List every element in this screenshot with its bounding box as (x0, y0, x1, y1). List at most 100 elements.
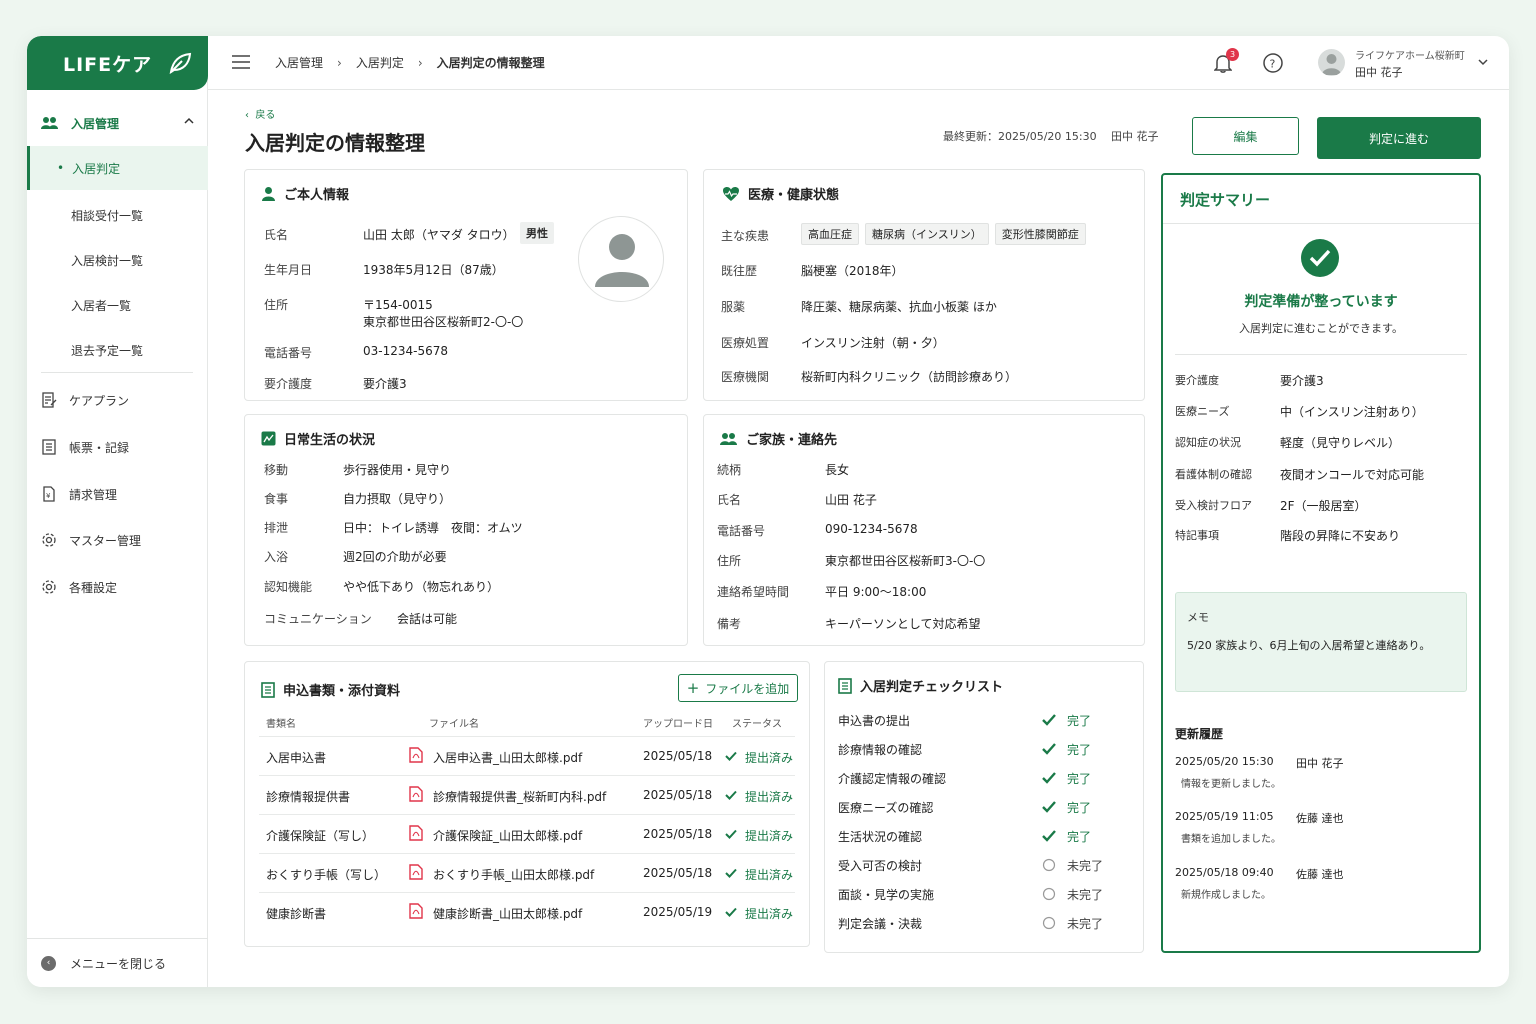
edit-button[interactable]: 編集 (1192, 117, 1299, 155)
field-label: 電話番号 (264, 346, 313, 360)
checklist-label: 面談・見学の実施 (838, 888, 935, 902)
disease-tags: 高血圧症 糖尿病（インスリン） 変形性膝関節症 (801, 223, 1092, 245)
summary-label: 受入検討フロア (1175, 499, 1252, 512)
doc-file-link[interactable]: 診療情報提供書_桜新町内科.pdf (433, 788, 606, 805)
divider (1175, 354, 1467, 355)
field-value: やや低下あり（物忘れあり） (343, 580, 500, 594)
sidebar-item-consult[interactable]: 相談受付一覧 (71, 207, 143, 224)
sidebar-item-careplan[interactable]: ケアプラン (41, 388, 129, 412)
disease-tag: 糖尿病（インスリン） (865, 223, 989, 245)
field-value: 山田 太郎（ヤマダ タロウ） (363, 228, 515, 242)
field-value: 長女 (825, 463, 850, 477)
daily-life-card: 日常生活の状況 移動 歩行器使用・見守り 食事 自力摂取（見守り） 排泄 日中：… (244, 414, 688, 646)
history-message: 情報を更新しました。 (1181, 779, 1281, 790)
sidebar-item-label: マスター管理 (69, 533, 142, 548)
sidebar-item-billing[interactable]: ¥ 請求管理 (41, 482, 117, 506)
checklist-label: 生活状況の確認 (838, 830, 923, 844)
row-divider (259, 736, 795, 737)
doc-name: 健康診断書 (266, 907, 327, 921)
sidebar-item-records[interactable]: 帳票・記録 (41, 435, 129, 459)
doc-file-link[interactable]: 入居申込書_山田太郎様.pdf (433, 749, 582, 766)
doc-name: おくすり手帳（写し） (266, 868, 387, 882)
doc-file-link[interactable]: おくすり手帳_山田太郎様.pdf (433, 866, 594, 883)
field-label: 氏名 (717, 493, 742, 507)
billing-icon: ¥ (43, 486, 55, 502)
field-value: 要介護3 (363, 377, 407, 391)
notification-badge: 3 (1226, 48, 1239, 61)
doc-file-link[interactable]: 健康診断書_山田太郎様.pdf (433, 905, 582, 922)
sidebar-item-judgement[interactable]: • 入居判定 (27, 146, 208, 190)
sidebar: LIFEケア 入居管理 • 入居判定 相談受付一覧 入居検討一覧 入居者一覧 退… (27, 36, 208, 987)
field-label: 住所 (264, 298, 289, 312)
chevron-down-icon[interactable] (1478, 58, 1488, 66)
field-value: 1938年5月12日（87歳） (363, 263, 504, 277)
sidebar-item-moveout[interactable]: 退去予定一覧 (71, 342, 143, 359)
field-value: 山田 花子 (825, 493, 877, 507)
check-icon (1042, 743, 1056, 755)
resident-photo (578, 216, 664, 302)
updated-by: 田中 花子 (1111, 130, 1159, 143)
sidebar-item-review[interactable]: 入居検討一覧 (71, 252, 143, 269)
checklist-label: 医療ニーズの確認 (838, 801, 934, 815)
checklist-label: 介護認定情報の確認 (838, 772, 947, 786)
card-title: 申込書類・添付資料 (261, 680, 400, 699)
close-menu-button[interactable]: ‹ メニューを閉じる (27, 938, 208, 987)
svg-text:?: ? (1270, 58, 1276, 71)
user-avatar[interactable] (1318, 49, 1345, 76)
sidebar-item-residents[interactable]: 入居者一覧 (71, 297, 131, 314)
check-icon (1042, 714, 1056, 726)
checklist-label: 判定会議・決裁 (838, 917, 923, 931)
chevron-right-icon: › (337, 55, 342, 70)
proceed-judgement-button[interactable]: 判定に進む (1317, 117, 1481, 159)
field-label: 氏名 (264, 228, 289, 242)
user-name: 田中 花子 (1355, 66, 1403, 79)
hamburger-icon[interactable] (232, 55, 250, 69)
doc-name: 介護保険証（写し） (266, 829, 375, 843)
doc-status: 提出済み (745, 829, 794, 843)
pdf-icon (409, 747, 423, 763)
sidebar-item-label: 請求管理 (69, 487, 118, 502)
field-value: 会話は可能 (397, 612, 458, 626)
field-value: 週2回の介助が必要 (343, 550, 447, 564)
doc-file-link[interactable]: 介護保険証_山田太郎様.pdf (433, 827, 582, 844)
summary-value: 2F（一般居室） (1280, 499, 1367, 513)
field-label: 連絡希望時間 (717, 585, 790, 599)
field-label: 排泄 (264, 521, 289, 535)
nav-group-admission[interactable]: 入居管理 (27, 106, 208, 140)
field-value: インスリン注射（朝・夕） (801, 336, 945, 350)
check-icon (1042, 830, 1056, 842)
documents-card: 申込書類・添付資料 + ファイルを追加 書類名 ファイル名 アップロード日 ステー… (244, 661, 810, 947)
field-value: 桜新町内科クリニック（訪問診療あり） (801, 370, 1018, 384)
top-header: 入居管理 › 入居判定 › 入居判定の情報整理 3 ? ライフケアホーム桜新町 … (208, 36, 1509, 90)
add-file-button[interactable]: + ファイルを追加 (678, 674, 798, 702)
sidebar-item-settings[interactable]: 各種設定 (41, 575, 117, 599)
card-title: 日常生活の状況 (261, 429, 375, 448)
breadcrumb-item[interactable]: 入居判定 (356, 54, 404, 71)
card-title-text: 入居判定チェックリスト (860, 680, 1004, 695)
breadcrumb-item[interactable]: 入居管理 (275, 54, 323, 71)
summary-label: 医療ニーズ (1175, 405, 1230, 418)
field-label: コミュニケーション (264, 612, 372, 626)
sidebar-item-master[interactable]: マスター管理 (41, 528, 141, 552)
memo-text: 5/20 家族より、6月上旬の入居希望と連絡あり。 (1187, 639, 1431, 652)
doc-date: 2025/05/18 (643, 749, 713, 763)
personal-info-card: ご本人情報 氏名 山田 太郎（ヤマダ タロウ） 男性 生年月日 1938年5月1… (244, 169, 688, 401)
gender-badge: 男性 (520, 222, 554, 244)
back-link[interactable]: ‹ 戻る (245, 106, 275, 121)
app-logo[interactable]: LIFEケア (27, 36, 208, 90)
daily-life-icon (261, 431, 276, 446)
sidebar-item-label: 入居判定 (72, 161, 121, 176)
field-label: 入浴 (264, 550, 289, 564)
help-icon[interactable]: ? (1263, 53, 1283, 73)
memo-box[interactable]: メモ 5/20 家族より、6月上旬の入居希望と連絡あり。 (1175, 592, 1467, 692)
gear-icon (42, 533, 56, 547)
check-icon (1042, 801, 1056, 813)
doc-name: 診療情報提供書 (266, 790, 351, 804)
field-value: 歩行器使用・見守り (343, 463, 452, 477)
care-plan-icon (42, 392, 57, 408)
summary-label: 認知症の状況 (1175, 436, 1241, 449)
doc-status: 提出済み (745, 907, 794, 921)
row-divider (259, 892, 795, 893)
checklist-status: 完了 (1067, 772, 1092, 786)
field-value: 日中：トイレ誘導 夜間：オムツ (343, 521, 523, 535)
